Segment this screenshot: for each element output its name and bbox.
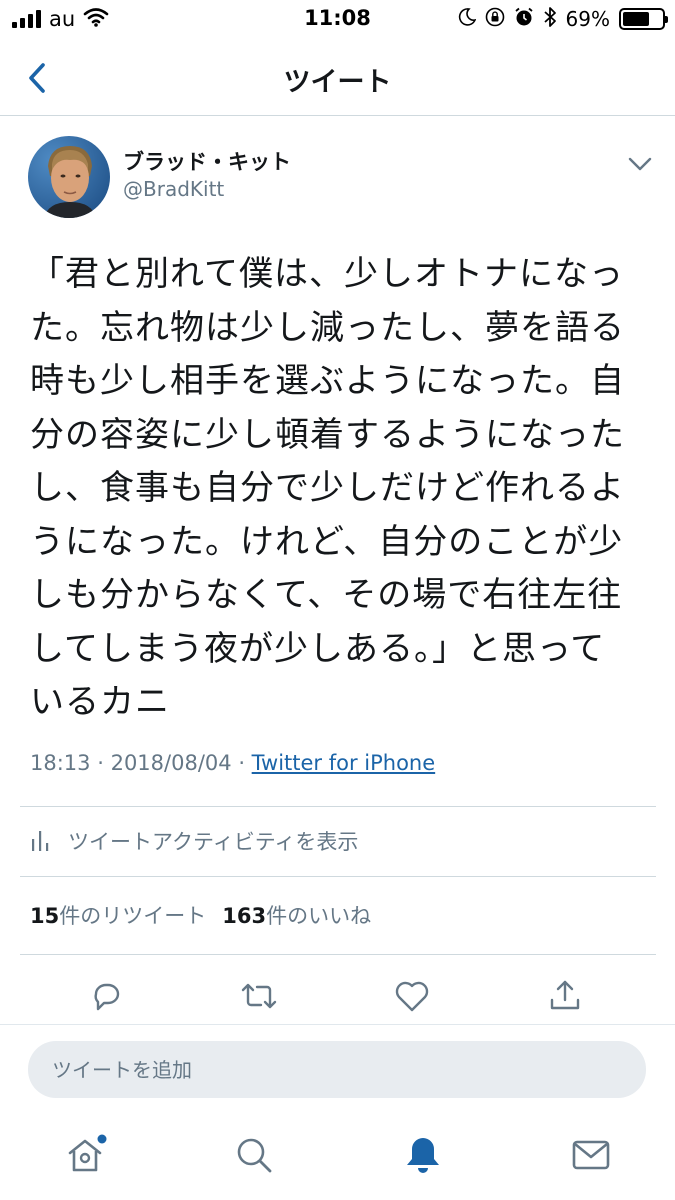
- retweet-button[interactable]: [237, 974, 281, 1018]
- compose-area: [0, 1024, 675, 1114]
- divider: [20, 876, 656, 877]
- like-label: 件のいいね: [266, 904, 372, 928]
- tab-search[interactable]: [229, 1130, 279, 1180]
- status-bar-right: 69%: [458, 6, 668, 32]
- page-title: ツイート: [283, 67, 392, 98]
- battery-percent: 69%: [565, 7, 610, 31]
- tweet-stats: 15件のリツイート 163件のいいね: [30, 898, 371, 932]
- battery-fill: [623, 12, 650, 26]
- reply-button[interactable]: [84, 974, 128, 1018]
- bar-chart-icon: [32, 831, 49, 851]
- tweet-meta: 18:13 · 2018/08/04 · Twitter for iPhone: [30, 751, 435, 775]
- home-icon: [68, 1134, 107, 1172]
- retweet-count: 15: [30, 904, 60, 928]
- tweet-activity-label: ツイートアクティビティを表示: [68, 830, 359, 854]
- avatar[interactable]: [28, 136, 110, 218]
- tweet-source-link[interactable]: Twitter for iPhone: [252, 751, 436, 775]
- retweet-label: 件のリツイート: [59, 904, 207, 928]
- like-icon: [395, 981, 429, 1012]
- display-name[interactable]: ブラッド・キット: [123, 146, 291, 176]
- tweet-text-line: してしまう夜が少しある。」と思って: [30, 628, 606, 669]
- search-icon: [237, 1138, 272, 1173]
- tweet-time: 18:13: [30, 751, 91, 775]
- retweet-stat[interactable]: 15件のリツイート: [30, 900, 206, 930]
- status-bar: au 11:08 69%: [0, 0, 675, 40]
- divider: [20, 954, 656, 955]
- share-button[interactable]: [543, 974, 587, 1018]
- moon-icon: [458, 8, 476, 30]
- tweet-text-line: し、食事も自分で少しだけど作れるよ: [30, 468, 625, 508]
- tweet-header: ブラッド・キット @BradKitt: [28, 136, 658, 218]
- like-stat[interactable]: 163件のいいね: [222, 900, 371, 930]
- tab-messages[interactable]: [566, 1130, 616, 1180]
- tab-bar: [0, 1114, 675, 1200]
- like-button[interactable]: [390, 974, 434, 1018]
- tweet-text: 「君と別れて僕は、少しオトナになっ た。忘れ物は少し減ったし、夢を語る 時も少し…: [30, 248, 650, 730]
- messages-icon: [572, 1140, 610, 1170]
- meta-separator: ·: [238, 751, 252, 775]
- retweet-icon: [241, 983, 277, 1009]
- tweet-options-button[interactable]: [626, 150, 654, 178]
- tweet-text-line: うになった。けれど、自分のことが少: [30, 521, 624, 562]
- tweet-date: 2018/08/04: [110, 751, 232, 775]
- tweet-text-line: た。忘れ物は少し減ったし、夢を語る: [30, 307, 625, 348]
- tweet-activity-row[interactable]: ツイートアクティビティを表示: [30, 823, 358, 859]
- share-icon: [550, 980, 580, 1010]
- handle[interactable]: @BradKitt: [123, 177, 224, 201]
- reply-input[interactable]: [28, 1041, 646, 1098]
- tab-notifications[interactable]: [398, 1130, 448, 1180]
- tweet-text-line: 「君と別れて僕は、少しオトナになっ: [30, 254, 624, 294]
- bluetooth-icon: [543, 6, 557, 32]
- tweet-text-line: しも分からなくて、その場で右往左往: [30, 575, 623, 615]
- orientation-lock-icon: [485, 7, 505, 31]
- tweet-text-line: いるカニ: [30, 682, 170, 722]
- battery-icon: [619, 8, 668, 30]
- alarm-icon: [514, 7, 534, 31]
- meta-separator: ·: [97, 751, 111, 775]
- nav-bar: ツイート: [0, 40, 675, 116]
- tweet-text-line: 分の容姿に少し頓着するようになった: [30, 414, 625, 455]
- like-count: 163: [222, 904, 267, 928]
- tweet-text-line: 時も少し相手を選ぶようになった。自: [30, 361, 625, 401]
- reply-icon: [94, 983, 120, 1011]
- tweet-actions: [0, 968, 675, 1024]
- chevron-down-icon: [628, 157, 652, 171]
- divider: [20, 806, 656, 807]
- tab-home[interactable]: [60, 1130, 110, 1180]
- notifications-icon: [407, 1138, 439, 1173]
